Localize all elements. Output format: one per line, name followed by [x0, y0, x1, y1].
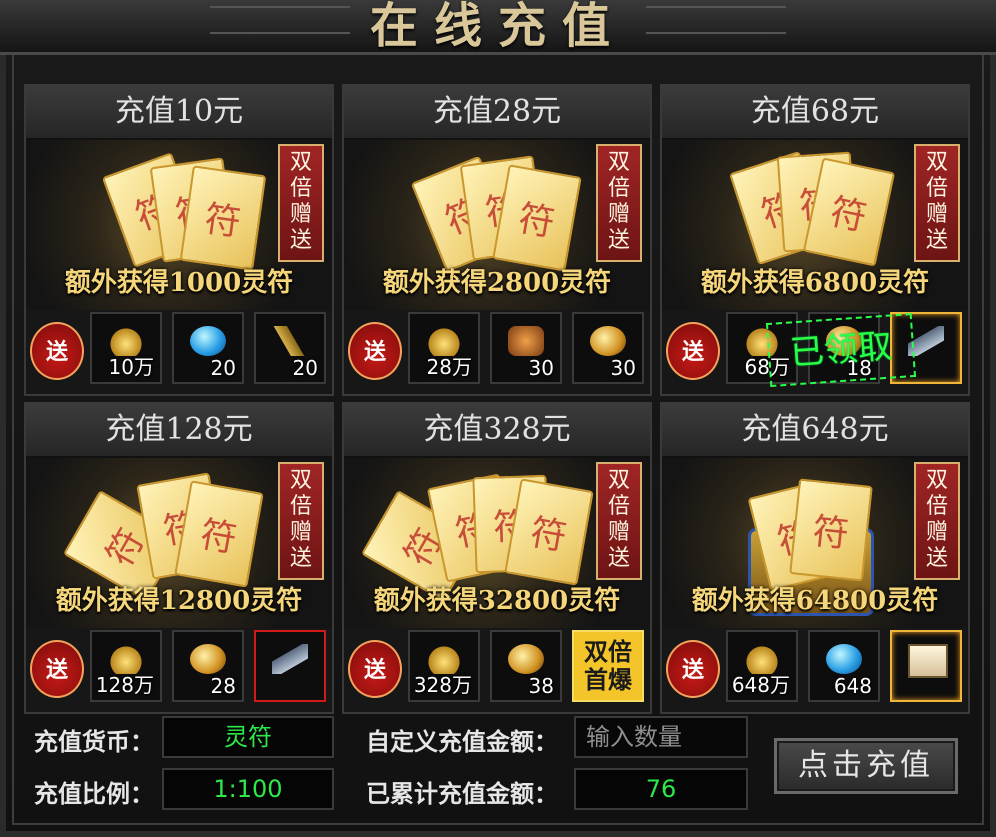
custom-amount-input[interactable]: 输入数量	[574, 716, 748, 758]
send-icon: 送	[666, 640, 720, 698]
bonus-text: 额外获得12800灵符	[55, 586, 303, 616]
reward-slot[interactable]: 30	[490, 312, 562, 384]
reward-row: 送 28万 30 30	[344, 312, 650, 392]
reward-slot[interactable]: 20	[254, 312, 326, 384]
blue-gem-icon	[190, 326, 226, 356]
send-icon: 送	[666, 322, 720, 380]
reward-row: 送 10万 20 20	[26, 312, 332, 392]
card-title: 充值648元	[662, 404, 968, 458]
card-title: 充值328元	[344, 404, 650, 458]
bonus-text: 额外获得64800灵符	[691, 586, 939, 616]
rune-bag-icon	[508, 326, 544, 356]
send-icon: 送	[348, 640, 402, 698]
currency-label: 充值货币：	[34, 727, 154, 756]
recharge-form: 充值货币： 灵符 充值比例： 1:100 自定义充值金额： 输入数量 已累计充值…	[24, 706, 974, 822]
reward-slot[interactable]	[254, 630, 326, 702]
title-bar: 在线充值	[0, 0, 996, 55]
send-icon: 送	[30, 322, 84, 380]
reward-slot[interactable]: 648万	[726, 630, 798, 702]
reward-slot[interactable]: 648	[808, 630, 880, 702]
reward-slot[interactable]: 328万	[408, 630, 480, 702]
bonus-text: 额外获得6800灵符	[700, 268, 930, 298]
bonus-text: 额外获得1000灵符	[64, 268, 294, 298]
reward-slot[interactable]	[890, 630, 962, 702]
send-icon: 送	[348, 322, 402, 380]
currency-value: 灵符	[162, 716, 334, 758]
ratio-value: 1:100	[162, 768, 334, 810]
total-amount-label: 已累计充值金额：	[366, 779, 558, 808]
card-title: 充值10元	[26, 86, 332, 140]
golden-orb-icon	[508, 644, 544, 674]
reward-slot[interactable]: 38	[490, 630, 562, 702]
book-icon	[908, 644, 948, 678]
reward-row: 送 128万 28	[26, 630, 332, 710]
reward-row: 送 328万 38 双倍首爆	[344, 630, 650, 710]
recharge-card-10[interactable]: 充值10元 双倍赠送 额外获得1000灵符 送 10万 20 20	[24, 84, 334, 396]
reward-slot[interactable]: 128万	[90, 630, 162, 702]
send-icon: 送	[30, 640, 84, 698]
card-title: 充值28元	[344, 86, 650, 140]
recharge-card-648[interactable]: 充值648元 双倍赠送 额外获得64800灵符 送 648万 648	[660, 402, 970, 714]
reward-slot[interactable]: 20	[172, 312, 244, 384]
double-bonus-badge: 双倍赠送	[596, 144, 642, 262]
reward-slot[interactable]: 30	[572, 312, 644, 384]
recharge-card-128[interactable]: 充值128元 双倍赠送 额外获得12800灵符 送 128万 28	[24, 402, 334, 714]
blue-gem-icon	[826, 644, 862, 674]
recharge-card-328[interactable]: 充值328元 双倍赠送 额外获得32800灵符 送 328万 38 双倍首爆	[342, 402, 652, 714]
claimed-stamp: 已领取	[765, 312, 917, 388]
card-title: 充值68元	[662, 86, 968, 140]
recharge-card-28[interactable]: 充值28元 双倍赠送 额外获得2800灵符 送 28万 30 30	[342, 84, 652, 396]
ratio-label: 充值比例：	[34, 779, 154, 808]
reward-slot[interactable]: 28	[172, 630, 244, 702]
double-bonus-badge: 双倍赠送	[914, 462, 960, 580]
custom-amount-label: 自定义充值金额：	[366, 727, 558, 756]
double-bonus-badge: 双倍赠送	[278, 462, 324, 580]
bonus-text: 额外获得32800灵符	[373, 586, 621, 616]
reward-row: 送 648万 648	[662, 630, 968, 710]
double-bonus-badge: 双倍赠送	[914, 144, 960, 262]
golden-orb-icon	[190, 644, 226, 674]
double-bonus-badge: 双倍赠送	[596, 462, 642, 580]
bonus-text: 额外获得2800灵符	[382, 268, 612, 298]
double-bonus-badge: 双倍赠送	[278, 144, 324, 262]
recharge-grid: 充值10元 双倍赠送 额外获得1000灵符 送 10万 20 20 充值28元 …	[24, 84, 974, 714]
reward-slot[interactable]: 28万	[408, 312, 480, 384]
scroll-icon	[272, 644, 308, 674]
golden-stick-icon	[272, 326, 308, 356]
total-amount-value: 76	[574, 768, 748, 810]
double-first-drop-badge[interactable]: 双倍首爆	[572, 630, 644, 702]
reward-slot[interactable]: 10万	[90, 312, 162, 384]
recharge-button[interactable]: 点击充值	[774, 738, 958, 794]
card-title: 充值128元	[26, 404, 332, 458]
fire-orb-icon	[590, 326, 626, 356]
page-title: 在线充值	[369, 0, 626, 54]
